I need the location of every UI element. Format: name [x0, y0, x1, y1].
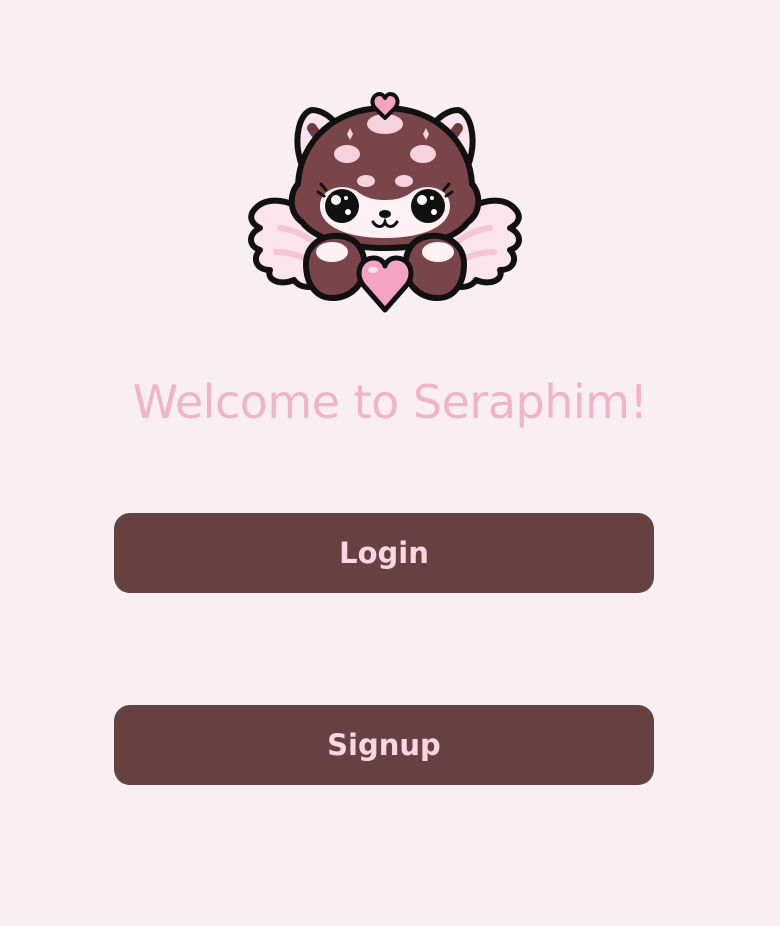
- right-eye-icon: [411, 189, 445, 223]
- signup-button[interactable]: Signup: [114, 705, 654, 785]
- welcome-heading: Welcome to Seraphim!: [132, 375, 648, 429]
- heart-pendant-icon: [356, 255, 414, 313]
- right-paw-icon: [402, 232, 468, 302]
- login-button[interactable]: Login: [114, 513, 654, 593]
- left-eye-icon: [325, 189, 359, 223]
- red-panda-angel-mascot-icon: [248, 92, 522, 313]
- mascot-logo: [240, 88, 530, 316]
- left-paw-icon: [302, 232, 368, 302]
- welcome-screen: Welcome to Seraphim! Login Signup: [0, 0, 780, 926]
- nose-icon: [379, 210, 391, 218]
